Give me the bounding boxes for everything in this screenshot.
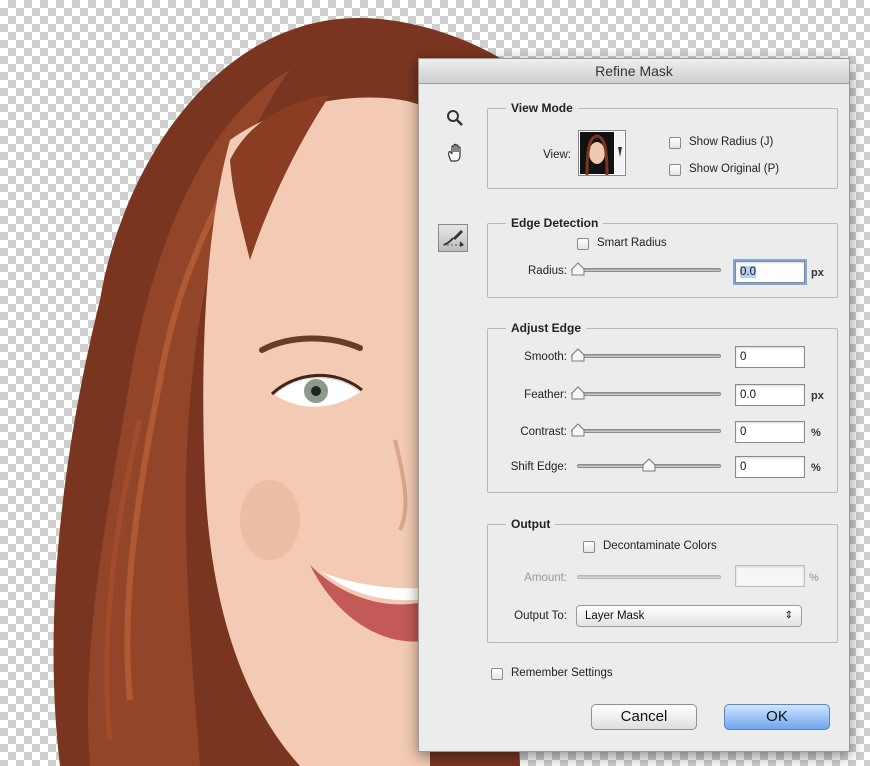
cancel-button[interactable]: Cancel (591, 704, 697, 730)
slider-track (577, 575, 721, 579)
slider-thumb[interactable] (571, 423, 585, 437)
smart-radius-checkbox[interactable] (577, 238, 589, 250)
refine-mask-dialog: Refine Mask View Mode View: Show Radius … (418, 58, 850, 752)
show-original-label: Show Original (P) (689, 163, 780, 175)
feather-input[interactable]: 0.0 (735, 384, 805, 406)
radius-input[interactable]: 0.0 (733, 259, 807, 285)
radius-slider[interactable] (571, 262, 721, 278)
view-label: View: (543, 149, 571, 161)
slider-track (571, 429, 721, 433)
decontaminate-colors-checkbox[interactable] (583, 541, 595, 553)
feather-slider[interactable] (571, 386, 721, 402)
contrast-unit: % (811, 427, 821, 439)
view-mode-legend: View Mode (511, 101, 573, 115)
view-mode-group: View Mode (487, 101, 838, 189)
smart-radius-label: Smart Radius (597, 237, 667, 249)
amount-unit: % (809, 572, 819, 584)
edge-detection-legend: Edge Detection (511, 216, 599, 230)
slider-track (571, 354, 721, 358)
show-radius-label: Show Radius (J) (689, 136, 774, 148)
smooth-slider[interactable] (571, 348, 721, 364)
zoom-icon[interactable] (446, 109, 464, 127)
remember-settings-label: Remember Settings (511, 667, 613, 679)
shift-edge-slider[interactable] (577, 458, 721, 474)
output-to-label: Output To: (514, 610, 567, 622)
slider-thumb[interactable] (571, 348, 585, 362)
shift-edge-label: Shift Edge: (510, 461, 567, 473)
output-to-value: Layer Mask (585, 610, 645, 622)
feather-label: Feather: (524, 389, 567, 401)
contrast-input[interactable]: 0 (735, 421, 805, 443)
dialog-title: Refine Mask (419, 59, 849, 84)
refine-radius-brush-icon (443, 230, 464, 247)
shift-edge-unit: % (811, 462, 821, 474)
show-radius-checkbox[interactable] (669, 137, 681, 149)
radius-unit: px (811, 267, 824, 279)
slider-thumb[interactable] (642, 458, 656, 472)
ok-button[interactable]: OK (724, 704, 830, 730)
slider-thumb[interactable] (571, 262, 585, 276)
remember-settings-checkbox[interactable] (491, 668, 503, 680)
chevron-updown-icon: ⇕ (784, 610, 793, 621)
contrast-label: Contrast: (520, 426, 567, 438)
amount-slider (577, 569, 721, 585)
smooth-input[interactable]: 0 (735, 346, 805, 368)
hand-icon[interactable] (446, 143, 466, 163)
smooth-label: Smooth: (524, 351, 567, 363)
slider-track (571, 392, 721, 396)
slider-thumb[interactable] (571, 386, 585, 400)
refine-radius-brush-button[interactable] (438, 224, 468, 252)
amount-input (735, 565, 805, 587)
amount-label: Amount: (524, 572, 567, 584)
contrast-slider[interactable] (571, 423, 721, 439)
show-original-checkbox[interactable] (669, 164, 681, 176)
decontaminate-colors-label: Decontaminate Colors (603, 540, 717, 552)
radius-label: Radius: (528, 265, 567, 277)
slider-track (571, 268, 721, 272)
edge-detection-group: Edge Detection (487, 216, 838, 298)
feather-unit: px (811, 390, 824, 402)
shift-edge-input[interactable]: 0 (735, 456, 805, 478)
output-legend: Output (511, 517, 551, 531)
output-to-select[interactable]: Layer Mask ⇕ (576, 605, 802, 627)
adjust-edge-legend: Adjust Edge (511, 321, 582, 335)
view-thumbnail-dropdown[interactable] (578, 130, 626, 176)
